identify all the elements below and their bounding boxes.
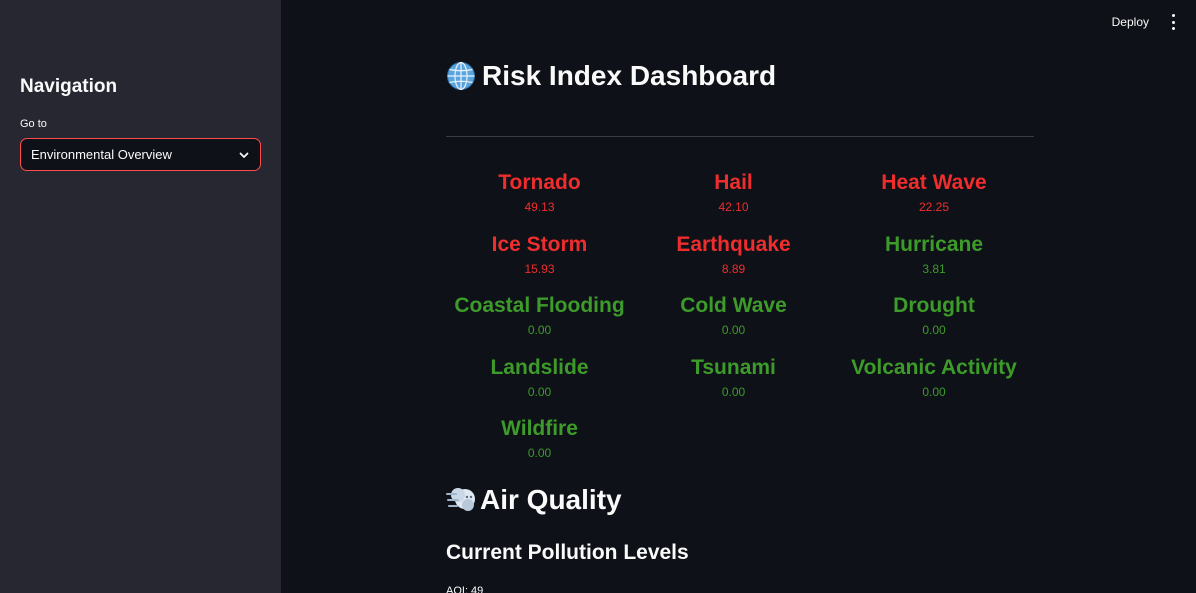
air-quality-heading: Air Quality <box>446 484 622 516</box>
risk-card: Tornado 49.13 <box>446 168 633 230</box>
risk-card: Ice Storm 15.93 <box>446 230 633 292</box>
risk-name: Heat Wave <box>881 171 987 194</box>
page-select-value: Environmental Overview <box>31 147 172 162</box>
chevron-down-icon <box>238 149 250 161</box>
aqi-value: AQI: 49 <box>446 585 484 593</box>
risk-name: Tsunami <box>691 355 776 379</box>
risk-card: Tsunami 0.00 <box>633 353 834 415</box>
more-options-icon[interactable] <box>1168 14 1178 30</box>
risk-name: Coastal Flooding <box>454 294 625 317</box>
pollution-subtitle: Current Pollution Levels <box>446 541 689 564</box>
globe-icon <box>446 61 476 91</box>
sidebar: Navigation Go to Environmental Overview <box>0 0 281 593</box>
risk-name: Cold Wave <box>680 294 787 317</box>
risk-name: Earthquake <box>676 232 791 256</box>
deploy-button[interactable]: Deploy <box>1112 15 1149 29</box>
risk-card: Coastal Flooding 0.00 <box>446 291 633 353</box>
risk-name: Tornado <box>498 171 581 194</box>
risk-card: Landslide 0.00 <box>446 353 633 415</box>
risk-card: Earthquake 8.89 <box>633 230 834 292</box>
risk-value: 49.13 <box>524 200 555 214</box>
page-select[interactable]: Environmental Overview <box>20 138 261 171</box>
risk-value: 22.25 <box>918 200 950 214</box>
sidebar-title: Navigation <box>20 76 118 97</box>
goto-label: Go to <box>20 118 47 130</box>
risk-value: 0.00 <box>527 446 552 460</box>
risk-name: Hurricane <box>884 232 984 256</box>
risk-name: Volcanic Activity <box>851 355 1017 379</box>
risk-name: Wildfire <box>501 417 578 440</box>
risk-name: Drought <box>893 294 975 317</box>
risk-name: Landslide <box>490 355 589 379</box>
risk-value: 42.10 <box>718 200 749 214</box>
risk-card: Volcanic Activity 0.00 <box>834 353 1034 415</box>
divider <box>446 136 1034 137</box>
risk-grid: Tornado 49.13 Hail 42.10 Heat Wave 22.25 Ice S… <box>446 168 1034 476</box>
risk-value: 0.00 <box>922 323 946 337</box>
risk-card: Drought 0.00 <box>834 291 1034 353</box>
risk-value: 0.00 <box>721 323 746 337</box>
page-title-text: Risk Index Dashboard <box>482 60 777 91</box>
risk-card: Heat Wave 22.25 <box>834 168 1034 230</box>
air-quality-title: Air Quality <box>480 484 622 515</box>
risk-card: Cold Wave 0.00 <box>633 291 834 353</box>
risk-value: 0.00 <box>527 323 552 337</box>
risk-card: Wildfire 0.00 <box>446 414 633 476</box>
risk-name: Ice Storm <box>491 232 588 256</box>
risk-name: Hail <box>714 171 753 194</box>
wind-face-icon <box>446 485 476 515</box>
risk-card: Hurricane 3.81 <box>834 230 1034 292</box>
risk-value: 15.93 <box>524 261 555 276</box>
page-title: Risk Index Dashboard <box>446 60 776 92</box>
risk-value: 0.00 <box>527 384 552 399</box>
risk-value: 0.00 <box>721 384 746 399</box>
risk-card: Hail 42.10 <box>633 168 834 230</box>
risk-value: 8.89 <box>721 261 746 276</box>
risk-value: 3.81 <box>922 261 946 276</box>
risk-value: 0.00 <box>922 384 946 399</box>
